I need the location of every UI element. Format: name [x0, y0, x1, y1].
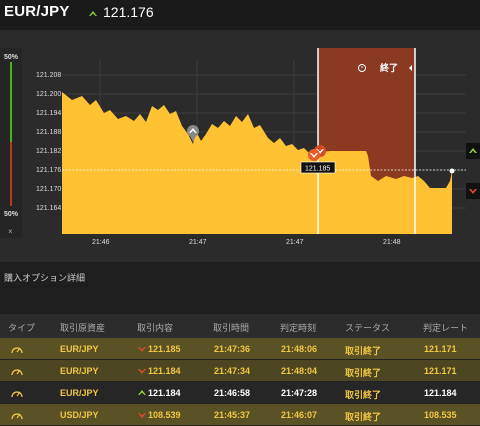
judge-time: 21:46:07 — [281, 410, 318, 420]
y-tick: 121.200 — [36, 91, 61, 98]
table-row[interactable]: EUR/JPY 121.185 21:47:36 21:48:06 取引終了 1… — [0, 338, 480, 360]
trade-time: 21:47:36 — [214, 344, 251, 354]
trade-time: 21:46:58 — [214, 388, 251, 398]
options-table: タイプ 取引原資産 取引内容 取引時間 判定時刻 ステータス 判定レート EUR… — [0, 314, 480, 426]
trade-rate: 121.184 — [148, 388, 181, 398]
judge-time: 21:48:04 — [281, 366, 318, 376]
y-axis: 121.208 121.200 121.194 121.188 121.182 … — [36, 72, 61, 212]
x-axis: 21:46 21:47 21:47 21:48 — [92, 239, 401, 246]
asset: EUR/JPY — [60, 366, 99, 376]
col-type: タイプ — [8, 323, 36, 333]
x-tick: 21:46 — [92, 239, 110, 246]
down-arrow-icon — [138, 413, 146, 418]
y-tick: 121.182 — [36, 148, 61, 155]
judge-rate: 121.171 — [424, 366, 457, 376]
current-point — [449, 168, 455, 174]
y-tick: 121.208 — [36, 72, 61, 79]
asset: EUR/JPY — [60, 344, 99, 354]
x-tick: 21:48 — [383, 239, 401, 246]
trade-rate: 121.185 — [148, 344, 181, 354]
y-tick: 121.188 — [36, 129, 61, 136]
down-arrow-icon — [469, 189, 477, 194]
trade-rate: 121.184 — [148, 366, 181, 376]
judge-rate: 108.535 — [424, 410, 457, 420]
col-judge-rate: 判定レート — [423, 323, 469, 333]
up-arrow-icon — [89, 11, 97, 16]
gauge-icon — [11, 347, 23, 354]
down-arrow-icon — [138, 347, 146, 352]
current-rate: 121.176 — [103, 4, 154, 20]
y-tick: 121.170 — [36, 186, 61, 193]
price-chart: 121.208 121.200 121.194 121.188 121.182 … — [36, 48, 466, 246]
judge-rate: 121.184 — [424, 388, 457, 398]
trade-time: 21:47:34 — [214, 366, 251, 376]
up-arrow-icon — [469, 148, 477, 153]
gauge-icon — [11, 369, 23, 376]
status: 取引終了 — [345, 412, 382, 422]
col-trade: 取引内容 — [137, 323, 174, 333]
judge-time: 21:48:06 — [281, 344, 318, 354]
asset: USD/JPY — [60, 410, 99, 420]
currency-pair-title: EUR/JPY — [4, 3, 70, 20]
status: 取引終了 — [345, 346, 382, 356]
gauge-icon — [11, 413, 23, 420]
table-header: タイプ 取引原資産 取引内容 取引時間 判定時刻 ステータス 判定レート — [0, 314, 480, 338]
marker-label: 121.185 — [305, 166, 330, 173]
top-bar: EUR/JPY 121.176 — [0, 0, 480, 30]
trade-rate: 108.539 — [148, 410, 181, 420]
table-row[interactable]: EUR/JPY 121.184 21:47:34 21:48:04 取引終了 1… — [0, 360, 480, 382]
judge-rate: 121.171 — [424, 344, 457, 354]
end-label: 終了 — [380, 62, 398, 73]
high-button[interactable] — [466, 143, 480, 159]
gauge-icon — [11, 391, 23, 398]
judge-time: 21:47:28 — [281, 388, 318, 398]
down-arrow-icon — [138, 369, 146, 374]
col-judge: 判定時刻 — [280, 323, 317, 333]
trade-time: 21:45:37 — [214, 410, 251, 420]
section-title: 購入オプション詳細 — [4, 273, 86, 283]
col-asset: 取引原資産 — [60, 323, 106, 333]
status: 取引終了 — [345, 368, 382, 378]
status: 取引終了 — [345, 390, 382, 400]
up-arrow-icon — [138, 390, 146, 395]
col-time: 取引時間 — [213, 323, 250, 333]
low-button[interactable] — [466, 183, 480, 199]
y-tick: 121.164 — [36, 205, 61, 212]
down-entry-marker-icon — [308, 149, 320, 161]
y-tick: 121.194 — [36, 110, 61, 117]
table-row[interactable]: USD/JPY 108.539 21:45:37 21:46:07 取引終了 1… — [0, 404, 480, 426]
x-tick: 21:47 — [189, 239, 207, 246]
asset: EUR/JPY — [60, 388, 99, 398]
x-tick: 21:47 — [286, 239, 304, 246]
table-row[interactable]: EUR/JPY 121.184 21:46:58 21:47:28 取引終了 1… — [0, 382, 480, 404]
y-tick: 121.176 — [36, 167, 61, 174]
col-status: ステータス — [345, 323, 391, 333]
